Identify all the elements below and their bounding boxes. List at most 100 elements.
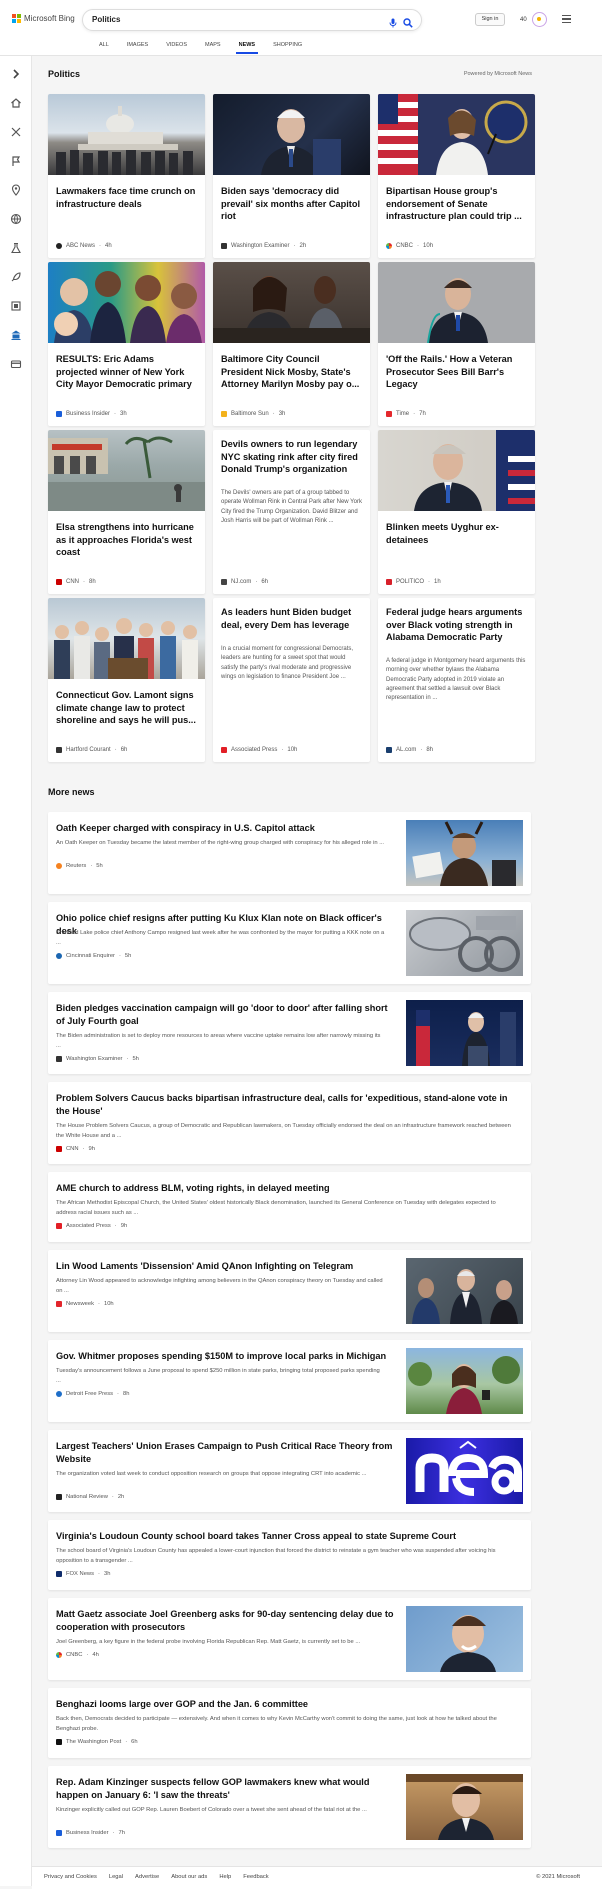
sports-icon[interactable] [10,125,22,137]
news-list-item[interactable]: Matt Gaetz associate Joel Greenberg asks… [48,1598,531,1680]
news-list-item[interactable]: Largest Teachers' Union Erases Campaign … [48,1430,531,1512]
card-source: Business Insider · 3h [56,411,127,417]
card-headline[interactable]: Elsa strengthens into hurricane as it ap… [56,521,197,559]
rocket-icon[interactable] [10,270,22,282]
search-query[interactable]: Politics [92,15,120,24]
news-list-item[interactable]: Oath Keeper charged with conspiracy in U… [48,812,531,894]
whitmer-photo [406,1348,523,1414]
credit-card-icon[interactable] [10,357,22,369]
article-age: 9h [88,1146,95,1152]
item-headline[interactable]: Biden pledges vaccination campaign will … [56,1002,396,1028]
card-headline[interactable]: Biden says 'democracy did prevail' six m… [221,185,362,223]
footer-link-help[interactable]: Help [219,1874,231,1880]
search-icon[interactable] [403,15,413,33]
source-name: ABC News [66,243,96,249]
card-headline[interactable]: Devils owners to run legendary NYC skati… [221,438,362,476]
location-icon[interactable] [10,183,22,196]
news-card[interactable]: 'Off the Rails.' How a Veteran Prosecuto… [378,262,535,426]
source-name: POLITICO [396,579,425,585]
news-card[interactable]: Baltimore City Council President Nick Mo… [213,262,370,426]
card-source: ABC News · 4h [56,243,112,249]
hamburger-menu-icon[interactable] [562,15,571,25]
news-list-item[interactable]: Ohio police chief resigns after putting … [48,902,531,984]
news-card[interactable]: Bipartisan House group's endorsement of … [378,94,535,258]
tab-all[interactable]: ALL [90,40,118,54]
news-list-item[interactable]: Benghazi looms large over GOP and the Ja… [48,1688,531,1758]
card-headline[interactable]: As leaders hunt Biden budget deal, every… [221,606,362,631]
news-card[interactable]: RESULTS: Eric Adams projected winner of … [48,262,205,426]
tab-news[interactable]: NEWS [230,40,265,54]
microphone-icon[interactable] [389,15,397,33]
chevron-right-icon[interactable] [10,67,22,79]
footer-link-advertise[interactable]: Advertise [135,1874,159,1880]
storm-photo [48,430,205,511]
card-headline[interactable]: Federal judge hears arguments over Black… [386,606,527,644]
item-headline[interactable]: Benghazi looms large over GOP and the Ja… [56,1698,516,1711]
card-headline[interactable]: 'Off the Rails.' How a Veteran Prosecuto… [386,353,527,391]
news-card[interactable]: Devils owners to run legendary NYC skati… [213,430,370,594]
news-list-item[interactable]: Rep. Adam Kinzinger suspects fellow GOP … [48,1766,531,1848]
card-headline[interactable]: Lawmakers face time crunch on infrastruc… [56,185,197,210]
cnbc-logo-icon [56,1652,62,1658]
film-icon[interactable] [10,299,22,311]
cincinnati-enquirer-logo-icon [56,953,62,959]
bank-icon[interactable] [10,328,22,340]
item-headline[interactable]: Virginia's Loudoun County school board t… [56,1530,516,1543]
mosby-photo [213,262,370,343]
news-list-item[interactable]: Gov. Whitmer proposes spending $150M to … [48,1340,531,1422]
tab-videos[interactable]: VIDEOS [157,40,196,54]
news-list-item[interactable]: Lin Wood Laments 'Dissension' Amid QAnon… [48,1250,531,1332]
news-list-item[interactable]: Problem Solvers Caucus backs bipartisan … [48,1082,531,1164]
item-headline[interactable]: Gov. Whitmer proposes spending $150M to … [56,1350,396,1363]
card-headline[interactable]: Bipartisan House group's endorsement of … [386,185,527,223]
footer-links: Privacy and Cookies Legal Advertise Abou… [44,1874,269,1880]
footer-link-legal[interactable]: Legal [109,1874,123,1880]
news-card[interactable]: As leaders hunt Biden budget deal, every… [213,598,370,762]
tab-shopping[interactable]: SHOPPING [264,40,311,54]
card-source: Washington Examiner · 2h [221,243,306,249]
card-headline[interactable]: Blinken meets Uyghur ex-detainees [386,521,527,546]
item-headline[interactable]: Oath Keeper charged with conspiracy in U… [56,822,396,835]
tab-maps[interactable]: MAPS [196,40,230,54]
news-card[interactable]: Connecticut Gov. Lamont signs climate ch… [48,598,205,762]
item-snippet: Back then, Democrats decided to particip… [56,1716,497,1732]
card-headline[interactable]: Baltimore City Council President Nick Mo… [221,353,362,391]
news-list-item[interactable]: Biden pledges vaccination campaign will … [48,992,531,1074]
news-list-item[interactable]: Virginia's Loudoun County school board t… [48,1520,531,1590]
bing-logo[interactable]: Microsoft Bing [12,14,75,23]
news-card[interactable]: Biden says 'democracy did prevail' six m… [213,94,370,258]
science-icon[interactable] [10,241,22,254]
item-headline[interactable]: Lin Wood Laments 'Dissension' Amid QAnon… [56,1260,396,1273]
rewards-points[interactable]: 40 [520,17,527,23]
footer-link-about-ads[interactable]: About our ads [171,1874,207,1880]
card-source: CNN · 8h [56,579,96,585]
item-snippet: Sheffield Lake police chief Anthony Camp… [56,930,385,946]
news-card[interactable]: Blinken meets Uyghur ex-detainees POLITI… [378,430,535,594]
footer-link-feedback[interactable]: Feedback [243,1874,268,1880]
card-headline[interactable]: RESULTS: Eric Adams projected winner of … [56,353,197,391]
item-headline[interactable]: Largest Teachers' Union Erases Campaign … [56,1440,396,1466]
globe-icon[interactable] [10,212,22,225]
item-headline[interactable]: AME church to address BLM, voting rights… [56,1182,516,1195]
rewards-icon[interactable] [532,12,547,27]
sign-in-button[interactable]: Sign in [475,13,505,26]
tab-images[interactable]: IMAGES [118,40,157,54]
item-headline[interactable]: Matt Gaetz associate Joel Greenberg asks… [56,1608,396,1634]
home-icon[interactable] [10,96,22,108]
news-list-item[interactable]: AME church to address BLM, voting rights… [48,1172,531,1242]
search-input[interactable]: Politics [82,9,422,31]
item-headline[interactable]: Problem Solvers Caucus backs bipartisan … [56,1092,516,1118]
brand-name: Microsoft Bing [24,14,75,23]
item-headline[interactable]: Rep. Adam Kinzinger suspects fellow GOP … [56,1776,396,1802]
card-source: CNBC · 10h [386,243,433,249]
item-source: Cincinnati Enquirer · 5h [56,953,131,959]
news-card[interactable]: Elsa strengthens into hurricane as it ap… [48,430,205,594]
flag-icon[interactable] [10,154,22,166]
news-card[interactable]: Federal judge hears arguments over Black… [378,598,535,762]
article-age: 5h [96,863,103,869]
source-name: CNN [66,579,79,585]
footer-link-privacy[interactable]: Privacy and Cookies [44,1874,97,1880]
news-card[interactable]: Lawmakers face time crunch on infrastruc… [48,94,205,258]
card-snippet: In a crucial moment for congressional De… [221,646,354,680]
card-headline[interactable]: Connecticut Gov. Lamont signs climate ch… [56,689,197,727]
